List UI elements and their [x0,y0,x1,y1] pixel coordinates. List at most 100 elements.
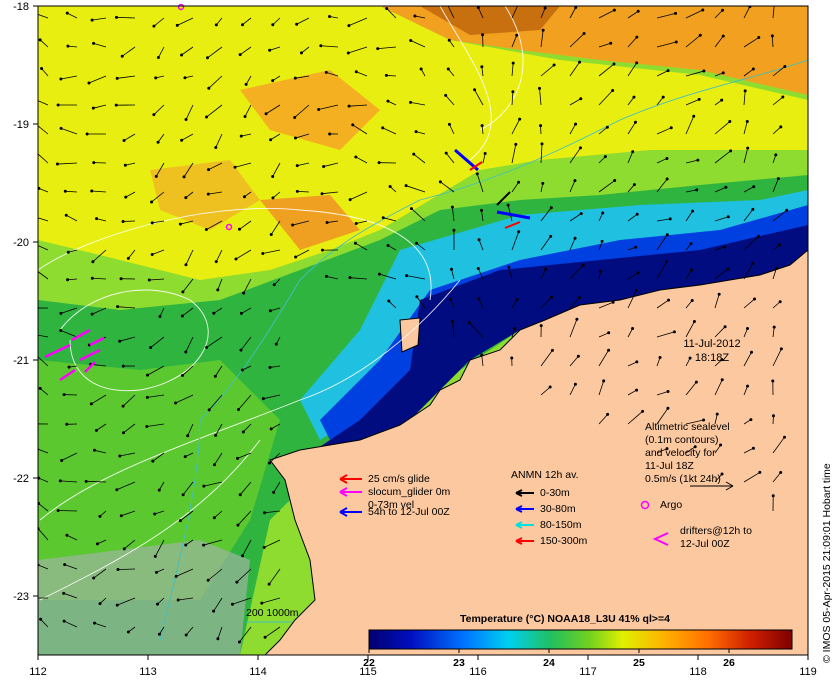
velocity-arrow-head [549,234,553,238]
velocity-arrow-head [726,267,730,271]
velocity-arrow-head [476,6,480,10]
velocity-arrow-head [235,580,239,584]
date-label: 11-Jul-2012 [683,338,740,350]
velocity-arrow-head [55,162,59,166]
velocity-arrow-head [119,277,123,281]
velocity-arrow-head [612,62,616,66]
velocity-arrow-head [214,433,218,437]
velocity-arrow-head [295,189,299,193]
velocity-arrow-head [180,53,184,57]
velocity-arrow-head [612,8,616,12]
velocity-arrow-head [115,603,119,607]
velocity-arrow-head [354,70,358,74]
velocity-arrow-head [85,132,89,136]
velocity-arrow-head [62,619,66,623]
velocity-arrow-head [376,47,380,51]
velocity-arrow-head [609,41,613,45]
velocity-arrow-head [574,122,578,126]
velocity-arrow-head [381,126,385,130]
velocity-arrow-head [157,488,161,492]
velocity-arrow-head [658,356,662,360]
velocity-arrow-head [150,200,154,204]
velocity-arrow-head [320,192,324,196]
velocity-arrow-head [631,150,635,154]
velocity-arrow-head [237,640,241,644]
credit-text: © IMOS 05-Apr-2015 21:09:01 Hobart time [821,463,833,663]
velocity-arrow-head [271,23,275,27]
velocity-arrow-head [745,119,749,123]
velocity-arrow-head [689,242,693,246]
velocity-arrow-head [116,568,120,572]
velocity-arrow-head [770,34,774,38]
velocity-arrow-head [122,431,126,435]
velocity-arrow-head [152,113,156,117]
velocity-arrow-head [66,250,70,254]
velocity-arrow-head [751,446,755,450]
velocity-arrow-head [573,236,577,240]
velocity-arrow-head [447,122,451,126]
velocity-arrow-head [674,40,678,44]
velocity-arrow-head [446,67,450,71]
velocity-arrow-head [181,374,185,378]
velocity-arrow-head [481,33,485,37]
velocity-arrow-head [409,39,413,43]
svg-text:80-150m: 80-150m [540,519,582,531]
colorbar-tick-label: 22 [363,657,375,669]
velocity-arrow-head [548,385,552,389]
velocity-arrow-head [354,155,358,159]
y-tick-label: -20 [13,237,29,249]
velocity-arrow-head [757,234,761,238]
velocity-arrow-head [348,276,352,280]
velocity-arrow-head [729,149,733,153]
velocity-arrow-head [156,56,160,60]
velocity-arrow-head [87,81,91,85]
y-tick-label: -22 [13,473,29,485]
svg-text:(0.1m contours): (0.1m contours) [645,434,719,446]
velocity-arrow-head [697,97,701,101]
velocity-arrow-head [636,271,640,275]
x-tick-label: 117 [579,666,597,678]
velocity-arrow-head [666,69,670,73]
velocity-arrow-head [153,512,157,516]
velocity-arrow-head [354,221,358,225]
velocity-arrow-head [115,76,119,80]
velocity-arrow-head [688,356,692,360]
velocity-arrow-head [261,252,265,256]
velocity-arrow-head [176,598,180,602]
velocity-arrow-head [353,241,357,245]
svg-text:12-Jul 00Z: 12-Jul 00Z [680,538,730,550]
velocity-arrow-head [750,350,754,354]
velocity-arrow-head [174,574,178,578]
velocity-arrow-head [239,134,243,138]
velocity-arrow-head [539,324,543,328]
svg-text:Argo: Argo [660,499,682,511]
svg-text:25 cm/s glide: 25 cm/s glide [368,473,430,485]
velocity-arrow-head [511,90,515,94]
velocity-arrow-head [184,118,188,122]
svg-text:ANMN 12h av.: ANMN 12h av. [511,469,579,481]
velocity-arrow-head [91,260,95,264]
velocity-arrow-head [234,257,238,261]
velocity-arrow-head [93,621,97,625]
velocity-arrow-head [60,458,64,462]
velocity-arrow-head [599,269,603,273]
velocity-arrow-head [145,395,149,399]
velocity-arrow-head [600,239,604,243]
velocity-arrow-head [264,112,268,116]
velocity-arrow-head [692,114,696,118]
velocity-arrow-head [449,267,453,271]
velocity-arrow-head [746,384,750,388]
velocity-arrow-head [539,124,543,128]
x-axis: 112 113 114 115 116 117 118 119 [29,655,817,678]
velocity-arrow-head [385,6,389,10]
velocity-arrow-head [204,228,208,232]
velocity-arrow-head [322,165,326,169]
velocity-arrow-head [550,295,554,299]
velocity-arrow-head [269,427,273,431]
velocity-arrow-head [752,185,756,189]
velocity-arrow-head [778,300,782,304]
velocity-arrow-head [267,582,271,586]
velocity-arrow-head [578,296,582,300]
velocity-arrow-head [752,297,756,301]
velocity-arrow-head [409,207,413,211]
